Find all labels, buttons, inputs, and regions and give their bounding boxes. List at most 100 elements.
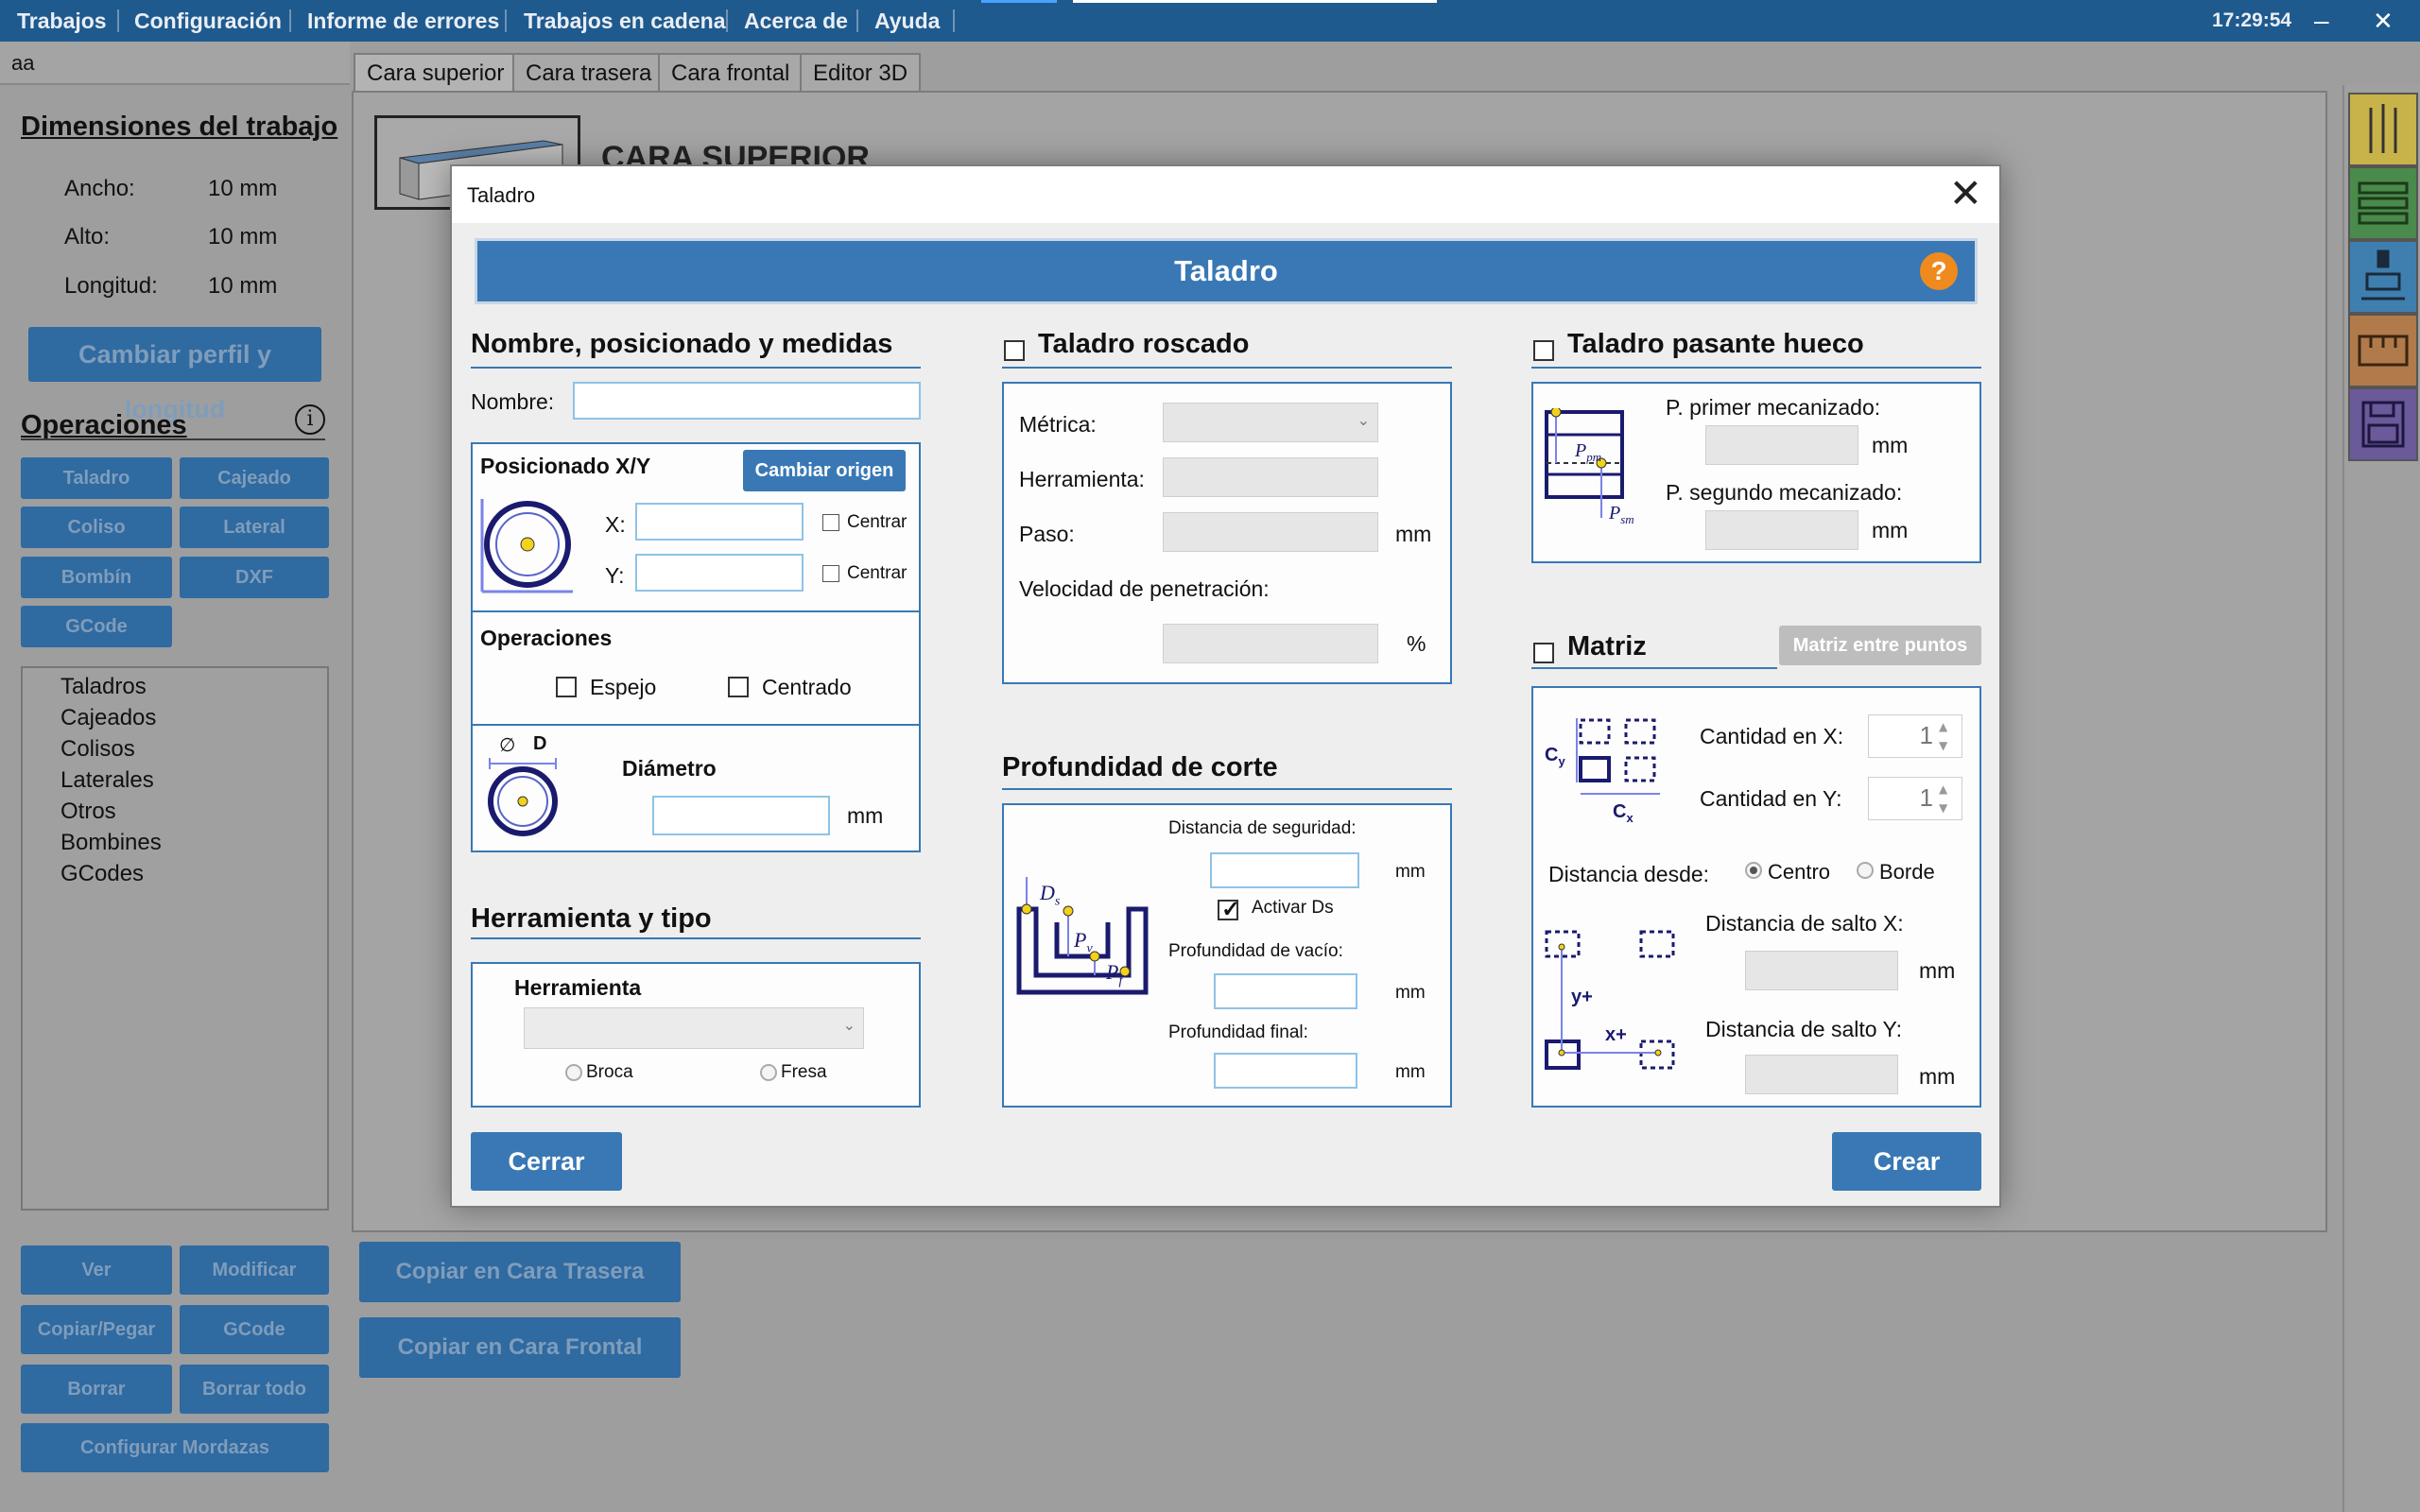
change-origin-button[interactable]: Cambiar origen	[743, 450, 906, 491]
list-item-cajeados[interactable]: Cajeados	[60, 705, 156, 731]
speed-input[interactable]	[1163, 624, 1378, 663]
threaded-checkbox[interactable]	[1004, 340, 1025, 361]
stepper-arrows-icon[interactable]: ▲ ▼	[1939, 717, 1958, 755]
delete-all-button[interactable]: Borrar todo	[180, 1365, 329, 1414]
thread-tool-input[interactable]	[1163, 457, 1378, 497]
tab-editor-3d[interactable]: Editor 3D	[800, 53, 922, 93]
qty-y-stepper[interactable]: 1 ▲ ▼	[1868, 777, 1962, 820]
activate-ds-label: Activar Ds	[1252, 898, 1334, 918]
pitch-label: Paso:	[1019, 522, 1075, 546]
matrix-between-points-button[interactable]: Matriz entre puntos	[1779, 626, 1981, 665]
job-name-bar: aa	[0, 42, 350, 85]
metric-select[interactable]: ⌄	[1163, 403, 1378, 442]
fresa-label: Fresa	[781, 1062, 827, 1082]
broca-radio[interactable]	[565, 1064, 582, 1081]
pf-label: Pf	[1106, 960, 1123, 988]
close-button[interactable]: Cerrar	[471, 1132, 622, 1191]
op-cajeado-button[interactable]: Cajeado	[180, 457, 329, 499]
copy-back-button[interactable]: Copiar en Cara Trasera	[359, 1242, 681, 1302]
tab-cara-trasera[interactable]: Cara trasera	[512, 53, 666, 93]
through-hole-checkbox[interactable]	[1533, 340, 1554, 361]
close-window-button[interactable]: ✕	[2373, 0, 2394, 42]
list-item-otros[interactable]: Otros	[60, 799, 116, 825]
mirror-checkbox[interactable]	[556, 677, 577, 697]
dialog-title: Taladro	[467, 183, 536, 207]
x-label: X:	[605, 512, 626, 537]
list-item-colisos[interactable]: Colisos	[60, 736, 135, 763]
banner-title: Taladro	[1174, 254, 1278, 287]
copy-paste-button[interactable]: Copiar/Pegar	[21, 1305, 172, 1354]
vacuum-input[interactable]	[1214, 973, 1357, 1009]
help-icon[interactable]: ?	[1920, 252, 1958, 290]
op-gcode-button[interactable]: GCode	[21, 606, 172, 647]
qty-x-stepper[interactable]: 1 ▲ ▼	[1868, 714, 1962, 758]
list-view-icon[interactable]	[2348, 166, 2418, 240]
x-input[interactable]	[635, 503, 804, 541]
menu-informe-errores[interactable]: Informe de errores	[307, 0, 499, 42]
menu-trabajos-cadena[interactable]: Trabajos en cadena	[524, 0, 725, 42]
border-radio[interactable]	[1857, 862, 1874, 879]
tool-select[interactable]: ⌄	[524, 1007, 864, 1049]
clamps-icon[interactable]	[2348, 314, 2418, 387]
fresa-radio[interactable]	[760, 1064, 777, 1081]
list-item-taladros[interactable]: Taladros	[60, 674, 147, 700]
menu-ayuda[interactable]: Ayuda	[874, 0, 940, 42]
jump-y-input[interactable]	[1745, 1055, 1898, 1094]
save-icon[interactable]	[2348, 387, 2418, 461]
stepper-arrows-icon[interactable]: ▲ ▼	[1939, 780, 1958, 817]
minimize-button[interactable]: –	[2314, 0, 2329, 42]
tab-cara-frontal[interactable]: Cara frontal	[658, 53, 804, 93]
diameter-unit: mm	[847, 803, 884, 828]
diameter-input[interactable]	[652, 796, 830, 835]
menu-trabajos[interactable]: Trabajos	[17, 0, 107, 42]
centered-checkbox[interactable]	[728, 677, 749, 697]
section-underline	[1531, 667, 1777, 669]
psm-label: Psm	[1609, 503, 1634, 526]
center-x-checkbox[interactable]	[822, 514, 839, 531]
list-item-laterales[interactable]: Laterales	[60, 767, 154, 794]
info-icon[interactable]: i	[295, 404, 325, 435]
create-button[interactable]: Crear	[1832, 1132, 1981, 1191]
op-bombin-button[interactable]: Bombín	[21, 557, 172, 598]
tools-icon[interactable]	[2348, 93, 2418, 166]
section-underline	[1002, 367, 1452, 369]
safety-input[interactable]	[1210, 852, 1359, 888]
modify-button[interactable]: Modificar	[180, 1246, 329, 1295]
menu-acerca-de[interactable]: Acerca de	[744, 0, 848, 42]
first-machining-input[interactable]	[1705, 425, 1858, 465]
matrix-checkbox[interactable]	[1533, 643, 1554, 663]
diameter-symbol: ∅	[499, 733, 516, 756]
name-input[interactable]	[573, 382, 921, 420]
configure-clamps-button[interactable]: Configurar Mordazas	[21, 1423, 329, 1472]
center-radio[interactable]	[1745, 862, 1762, 879]
taladro-dialog: Taladro ✕ Taladro ? Nombre, posicionado …	[450, 164, 2001, 1208]
gcode-button[interactable]: GCode	[180, 1305, 329, 1354]
diameter-letter: D	[533, 733, 547, 754]
y-input[interactable]	[635, 554, 804, 592]
pitch-input[interactable]	[1163, 512, 1378, 552]
change-profile-button[interactable]: Cambiar perfil y longitud	[28, 327, 321, 423]
activate-ds-checkbox[interactable]: ✓	[1218, 897, 1240, 922]
op-lateral-button[interactable]: Lateral	[180, 507, 329, 548]
center-y-checkbox[interactable]	[822, 565, 839, 582]
final-input[interactable]	[1214, 1053, 1357, 1089]
jump-x-input[interactable]	[1745, 951, 1898, 990]
list-item-bombines[interactable]: Bombines	[60, 830, 162, 856]
copy-front-button[interactable]: Copiar en Cara Frontal	[359, 1317, 681, 1378]
op-taladro-button[interactable]: Taladro	[21, 457, 172, 499]
threaded-title: Taladro roscado	[1038, 329, 1250, 359]
dialog-close-button[interactable]: ✕	[1949, 170, 1982, 216]
second-machining-input[interactable]	[1705, 510, 1858, 550]
op-dxf-button[interactable]: DXF	[180, 557, 329, 598]
menu-configuracion[interactable]: Configuración	[134, 0, 282, 42]
threaded-box: Métrica: ⌄ Herramienta: Paso: mm Velocid…	[1002, 382, 1452, 684]
matrix-title: Matriz	[1567, 631, 1647, 662]
view-button[interactable]: Ver	[21, 1246, 172, 1295]
tab-cara-superior[interactable]: Cara superior	[354, 53, 518, 93]
box-divider	[473, 724, 919, 726]
list-item-gcodes[interactable]: GCodes	[60, 861, 144, 887]
machine-zero-icon[interactable]	[2348, 240, 2418, 314]
op-coliso-button[interactable]: Coliso	[21, 507, 172, 548]
name-label: Nombre:	[471, 389, 555, 414]
delete-button[interactable]: Borrar	[21, 1365, 172, 1414]
